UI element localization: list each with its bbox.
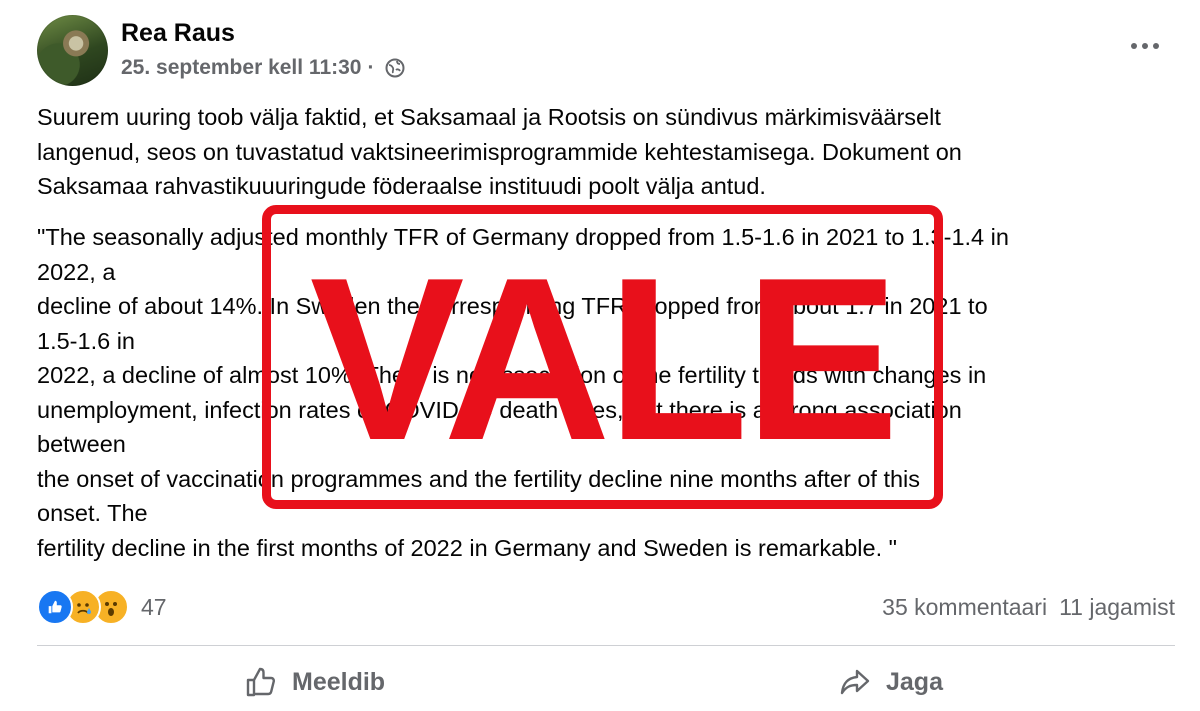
quote-line: unemployment, infection rates or COVID-1…: [37, 396, 962, 423]
like-icon: [37, 589, 73, 625]
post-quote: "The seasonally adjusted monthly TFR of …: [37, 220, 1187, 565]
reaction-count: 47: [141, 593, 167, 620]
quote-line: 1.5-1.6 in: [37, 327, 135, 354]
divider: [37, 645, 1175, 646]
more-options-icon[interactable]: [1127, 32, 1163, 60]
body-line: langenud, seos on tuvastatud vaktsineeri…: [37, 138, 962, 165]
quote-line: onset. The: [37, 500, 148, 526]
quote-line: "The seasonally adjusted monthly TFR of …: [37, 224, 1009, 250]
like-button[interactable]: Meeldib: [244, 660, 385, 704]
quote-line: the onset of vaccination programmes and …: [37, 465, 921, 492]
body-line: Suurem uuring toob välja faktid, et Saks…: [37, 104, 941, 130]
author-name[interactable]: Rea Raus: [121, 19, 235, 48]
share-button[interactable]: Jaga: [838, 660, 943, 704]
engagement-stats: 35 kommentaari 11 jagamist: [882, 594, 1175, 621]
share-label: Jaga: [886, 667, 943, 696]
share-count[interactable]: 11 jagamist: [1059, 594, 1175, 621]
quote-line: decline of about 14%. In Sweden the corr…: [37, 293, 988, 319]
quote-line: between: [37, 431, 126, 457]
facebook-post: Rea Raus 25. september kell 11:30 · Suur…: [0, 0, 1200, 711]
reaction-summary[interactable]: 47: [37, 589, 167, 625]
like-label: Meeldib: [292, 667, 386, 696]
quote-line: 2022, a decline of almost 10%. There is …: [37, 362, 987, 388]
post-timestamp[interactable]: 25. september kell 11:30: [121, 56, 362, 80]
comment-count[interactable]: 35 kommentaari: [882, 594, 1047, 621]
post-meta: 25. september kell 11:30 ·: [121, 56, 405, 80]
avatar[interactable]: [37, 15, 108, 86]
quote-line: 2022, a: [37, 258, 116, 285]
post-body: Suurem uuring toob välja faktid, et Saks…: [37, 100, 1187, 204]
quote-line: fertility decline in the first months of…: [37, 534, 897, 561]
meta-separator: ·: [367, 56, 375, 79]
share-arrow-icon: [840, 669, 870, 695]
thumbs-up-icon: [246, 667, 276, 697]
body-line: Saksamaa rahvastikuuuringude föderaalse …: [37, 173, 766, 199]
globe-icon: [385, 58, 404, 78]
